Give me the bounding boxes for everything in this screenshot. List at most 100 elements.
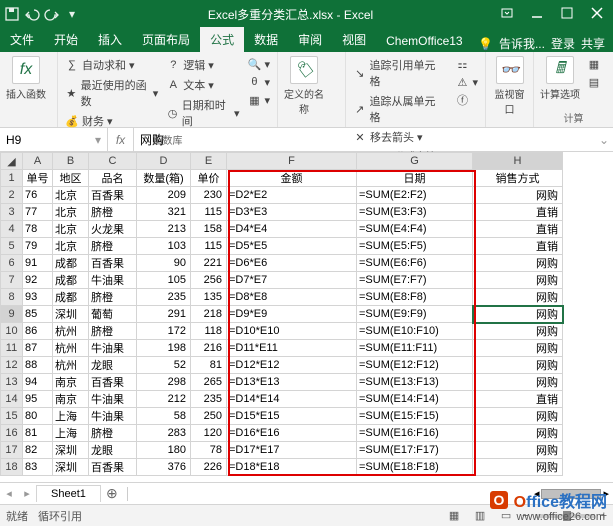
signin-label[interactable]: 登录	[551, 35, 575, 52]
text-button[interactable]: A文本▾	[163, 76, 242, 94]
cell-E18[interactable]: 226	[191, 459, 227, 476]
cell-G15[interactable]: =SUM(E15:F15)	[357, 408, 473, 425]
cell-C12[interactable]: 龙眼	[89, 357, 137, 374]
cell-D12[interactable]: 52	[137, 357, 191, 374]
undo-icon[interactable]	[24, 6, 40, 22]
cell-C18[interactable]: 百香果	[89, 459, 137, 476]
cell-D18[interactable]: 376	[137, 459, 191, 476]
cell-G10[interactable]: =SUM(E10:F10)	[357, 323, 473, 340]
cell-E5[interactable]: 115	[191, 238, 227, 255]
cell-G7[interactable]: =SUM(E7:F7)	[357, 272, 473, 289]
cell-F13[interactable]: =D13*E13	[227, 374, 357, 391]
cell-H16[interactable]: 网购	[473, 425, 563, 442]
cell-G2[interactable]: =SUM(E2:F2)	[357, 187, 473, 204]
view-normal-icon[interactable]: ▦	[444, 508, 464, 524]
scroll-left-icon[interactable]: ◂	[534, 487, 540, 500]
show-formulas-button[interactable]: ⚏	[452, 56, 481, 72]
cell-B13[interactable]: 南京	[53, 374, 89, 391]
cell-B18[interactable]: 深圳	[53, 459, 89, 476]
cell-G11[interactable]: =SUM(E11:F11)	[357, 340, 473, 357]
cell-C3[interactable]: 脐橙	[89, 204, 137, 221]
row-header-8[interactable]: 8	[1, 289, 23, 306]
cell-F3[interactable]: =D3*E3	[227, 204, 357, 221]
cell-A8[interactable]: 93	[23, 289, 53, 306]
col-header-G[interactable]: G	[357, 153, 473, 170]
cell-H17[interactable]: 网购	[473, 442, 563, 459]
cell-A10[interactable]: 86	[23, 323, 53, 340]
cell-H4[interactable]: 直销	[473, 221, 563, 238]
horizontal-scrollbar[interactable]	[541, 489, 601, 499]
sheet-tab[interactable]: Sheet1	[36, 485, 101, 502]
cell-B16[interactable]: 上海	[53, 425, 89, 442]
cell-F14[interactable]: =D14*E14	[227, 391, 357, 408]
cell-D7[interactable]: 105	[137, 272, 191, 289]
cell-C10[interactable]: 脐橙	[89, 323, 137, 340]
cell-D15[interactable]: 58	[137, 408, 191, 425]
cell-D8[interactable]: 235	[137, 289, 191, 306]
cell-A2[interactable]: 76	[23, 187, 53, 204]
share-button[interactable]: 共享	[581, 35, 605, 52]
cell-F9[interactable]: =D9*E9	[227, 306, 357, 323]
cell-B5[interactable]: 北京	[53, 238, 89, 255]
define-name-button[interactable]: 🏷 定义的名称	[282, 54, 326, 116]
zoom-slider[interactable]	[535, 514, 595, 518]
row-header-2[interactable]: 2	[1, 187, 23, 204]
cell-E3[interactable]: 115	[191, 204, 227, 221]
cell-A14[interactable]: 95	[23, 391, 53, 408]
row-header-18[interactable]: 18	[1, 459, 23, 476]
cell-A16[interactable]: 81	[23, 425, 53, 442]
cell-B7[interactable]: 成都	[53, 272, 89, 289]
header-cell-C[interactable]: 品名	[89, 170, 137, 187]
row-header-4[interactable]: 4	[1, 221, 23, 238]
tab-formulas[interactable]: 公式	[200, 27, 244, 52]
cell-A11[interactable]: 87	[23, 340, 53, 357]
cell-E6[interactable]: 221	[191, 255, 227, 272]
cell-D16[interactable]: 283	[137, 425, 191, 442]
cell-D9[interactable]: 291	[137, 306, 191, 323]
cell-G4[interactable]: =SUM(E4:F4)	[357, 221, 473, 238]
cell-A3[interactable]: 77	[23, 204, 53, 221]
cell-G17[interactable]: =SUM(E17:F17)	[357, 442, 473, 459]
sheet-nav-prev-icon[interactable]: ◂	[0, 487, 18, 500]
ribbon-options-icon[interactable]	[501, 7, 513, 22]
cell-C6[interactable]: 百香果	[89, 255, 137, 272]
cell-F8[interactable]: =D8*E8	[227, 289, 357, 306]
lookup-button[interactable]: 🔍▾	[244, 56, 273, 72]
scroll-right-icon[interactable]: ▸	[603, 487, 609, 500]
cell-D17[interactable]: 180	[137, 442, 191, 459]
cell-F17[interactable]: =D17*E17	[227, 442, 357, 459]
row-header-3[interactable]: 3	[1, 204, 23, 221]
row-header-12[interactable]: 12	[1, 357, 23, 374]
zoom-in-button[interactable]: +	[601, 510, 607, 522]
cell-E14[interactable]: 235	[191, 391, 227, 408]
cell-B2[interactable]: 北京	[53, 187, 89, 204]
cell-G6[interactable]: =SUM(E6:F6)	[357, 255, 473, 272]
cell-C4[interactable]: 火龙果	[89, 221, 137, 238]
cell-C7[interactable]: 牛油果	[89, 272, 137, 289]
cell-H10[interactable]: 网购	[473, 323, 563, 340]
cell-C8[interactable]: 脐橙	[89, 289, 137, 306]
cell-E12[interactable]: 81	[191, 357, 227, 374]
cell-F15[interactable]: =D15*E15	[227, 408, 357, 425]
cell-C13[interactable]: 百香果	[89, 374, 137, 391]
watch-window-button[interactable]: 👓 监视窗口	[490, 54, 529, 116]
cell-H14[interactable]: 直销	[473, 391, 563, 408]
cell-A7[interactable]: 92	[23, 272, 53, 289]
row-header-16[interactable]: 16	[1, 425, 23, 442]
cell-A6[interactable]: 91	[23, 255, 53, 272]
cell-G16[interactable]: =SUM(E16:F16)	[357, 425, 473, 442]
close-icon[interactable]	[591, 7, 603, 22]
cell-B11[interactable]: 杭州	[53, 340, 89, 357]
cell-G13[interactable]: =SUM(E13:F13)	[357, 374, 473, 391]
zoom-out-button[interactable]: −	[522, 510, 528, 522]
cell-C2[interactable]: 百香果	[89, 187, 137, 204]
cell-D11[interactable]: 198	[137, 340, 191, 357]
cell-C11[interactable]: 牛油果	[89, 340, 137, 357]
cell-A5[interactable]: 79	[23, 238, 53, 255]
tab-insert[interactable]: 插入	[88, 27, 132, 52]
cell-D6[interactable]: 90	[137, 255, 191, 272]
cell-F12[interactable]: =D12*E12	[227, 357, 357, 374]
cell-G8[interactable]: =SUM(E8:F8)	[357, 289, 473, 306]
cell-A17[interactable]: 82	[23, 442, 53, 459]
header-cell-B[interactable]: 地区	[53, 170, 89, 187]
